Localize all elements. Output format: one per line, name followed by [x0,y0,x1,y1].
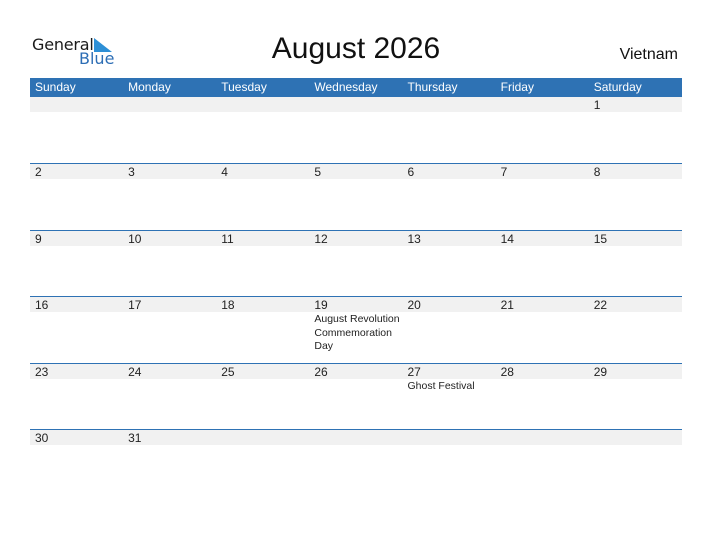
day-number: 23 [35,364,49,379]
day-number: 22 [593,298,608,312]
weekday-monday: Monday [128,80,171,94]
calendar-grid: Sunday Monday Tuesday Wednesday Thursday… [30,78,682,496]
day-cell: 18 [216,297,309,363]
day-cell: 2 [30,164,123,230]
day-number: 24 [128,364,142,379]
calendar-title: August 2026 [271,32,441,65]
day-cell [123,97,216,163]
day-number: 13 [407,231,421,246]
day-cell: 10 [123,231,216,297]
day-cell [496,97,589,163]
day-cell [309,430,402,496]
day-cell: 21 [496,297,589,363]
day-number: 25 [221,364,235,379]
day-number: 20 [407,298,421,312]
day-cell: 16 [30,297,123,363]
day-cell [589,430,682,496]
day-number: 21 [500,298,514,312]
day-number: 27 [407,364,421,379]
day-number: 5 [314,165,322,179]
day-cell: 1 [589,97,682,163]
day-number: 2 [35,165,42,179]
weekday-wednesday: Wednesday [314,80,378,94]
country-label: Vietnam [619,46,678,63]
day-number: 11 [221,231,234,246]
day-cell: 17 [123,297,216,363]
day-cell: 13 [403,231,496,297]
weeks: 1 2 3 4 5 6 7 8 9 10 11 12 13 14 15 16 17 18 19 August Revo… [30,97,682,496]
day-number: 18 [221,298,235,312]
day-cell: 30 [30,430,123,496]
week-row: 30 31 [30,429,682,496]
day-cell [309,97,402,163]
day-cell: 28 [496,364,589,430]
day-number: 29 [593,364,608,379]
holiday-event: August Revolution Commemoration Day [314,313,400,352]
weekday-header: Sunday Monday Tuesday Wednesday Thursday… [30,78,682,97]
weekday-saturday: Saturday [593,80,642,94]
day-cell: 6 [403,164,496,230]
weekday-tuesday: Tuesday [221,80,267,94]
day-number: 4 [221,165,228,179]
day-cell: 4 [216,164,309,230]
day-number: 14 [500,231,514,246]
weekday-sunday: Sunday [35,80,76,94]
day-cell: 3 [123,164,216,230]
day-cell: 31 [123,430,216,496]
week-row: 2 3 4 5 6 7 8 [30,163,682,230]
day-cell [496,430,589,496]
day-cell [403,430,496,496]
week-row: 1 [30,97,682,163]
day-cell: 14 [496,231,589,297]
day-number: 9 [35,231,42,246]
day-cell [216,430,309,496]
day-number: 31 [128,431,142,445]
day-cell: 24 [123,364,216,430]
day-number: 28 [500,364,514,379]
day-number: 17 [128,298,142,312]
day-cell: 29 [589,364,682,430]
day-cell: 15 [589,231,682,297]
weekday-thursday: Thursday [407,80,458,94]
day-cell [30,97,123,163]
day-cell: 23 [30,364,123,430]
day-number: 1 [593,98,601,112]
day-cell: 7 [496,164,589,230]
day-number: 8 [593,165,601,179]
day-cell: 25 [216,364,309,430]
day-number: 30 [35,431,49,445]
day-number: 12 [314,231,328,246]
day-number: 6 [407,165,415,179]
day-number: 15 [593,231,608,246]
day-cell: 22 [589,297,682,363]
week-row: 9 10 11 12 13 14 15 [30,229,682,297]
day-cell: 8 [589,164,682,230]
day-number: 19 [314,298,328,312]
week-row: 23 24 25 26 27 Ghost Festival 28 29 [30,362,682,430]
day-number: 7 [500,165,508,179]
day-cell: 26 [309,364,402,430]
day-number: 3 [128,165,135,179]
day-cell: 5 [309,164,402,230]
day-number: 26 [314,364,328,379]
day-number: 10 [128,231,142,246]
day-cell: 9 [30,231,123,297]
day-cell: 20 [403,297,496,363]
day-cell: 11 [216,231,309,297]
day-cell [403,97,496,163]
day-cell: 12 [309,231,402,297]
weekday-friday: Friday [500,80,534,94]
day-cell: 19 August Revolution Commemoration Day [309,297,402,363]
week-row: 16 17 18 19 August Revolution Commemoration … [30,296,682,363]
day-cell: 27 Ghost Festival [403,364,496,430]
holiday-event: Ghost Festival [407,379,475,392]
day-cell [216,97,309,163]
day-number: 16 [35,298,49,312]
